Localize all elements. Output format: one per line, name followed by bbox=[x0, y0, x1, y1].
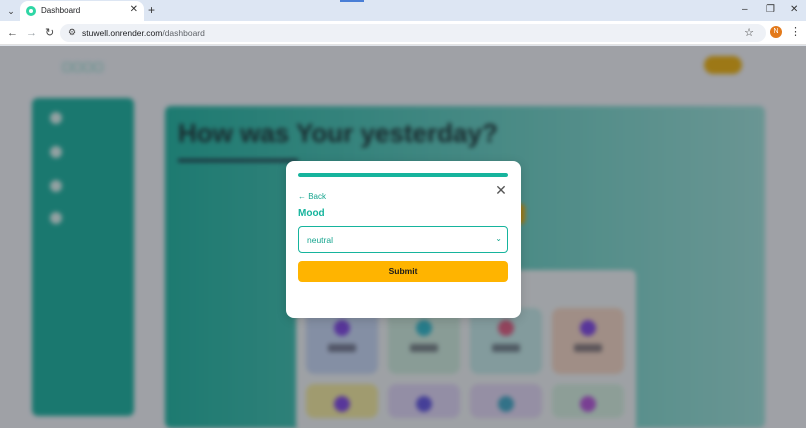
chevron-down-icon: ⌄ bbox=[495, 234, 502, 243]
reload-icon[interactable]: ↻ bbox=[45, 26, 54, 40]
mood-dialog: ✕ ← Back Mood neutral ⌄ Submit bbox=[286, 161, 521, 318]
restore-icon[interactable]: ❐ bbox=[766, 4, 775, 16]
browser-tab-dashboard[interactable]: Dashboard ✕ bbox=[20, 1, 144, 21]
drag-indicator bbox=[340, 0, 364, 2]
tab-list-icon[interactable]: ⌄ bbox=[4, 4, 18, 18]
star-icon[interactable]: ☆ bbox=[744, 26, 754, 39]
forward-icon[interactable]: → bbox=[26, 26, 37, 40]
profile-avatar[interactable]: N bbox=[770, 26, 782, 38]
site-favicon-icon bbox=[26, 6, 36, 16]
mood-select[interactable]: neutral ⌄ bbox=[298, 226, 508, 253]
submit-button[interactable]: Submit bbox=[298, 261, 508, 282]
progress-bar-fill bbox=[298, 173, 508, 177]
url-path: /dashboard bbox=[162, 28, 205, 38]
browser-toolbar: ← → ↻ ⚙ stuwell.onrender.com/dashboard ☆… bbox=[0, 21, 806, 45]
new-tab-icon[interactable]: + bbox=[148, 3, 155, 17]
menu-icon[interactable]: ⋮ bbox=[790, 25, 801, 39]
close-icon[interactable]: ✕ bbox=[494, 183, 508, 197]
mood-select-value: neutral bbox=[307, 235, 333, 245]
tab-close-icon[interactable]: ✕ bbox=[130, 4, 138, 16]
url-text: stuwell.onrender.com/dashboard bbox=[82, 28, 205, 38]
address-bar[interactable]: ⚙ stuwell.onrender.com/dashboard ☆ bbox=[60, 24, 766, 42]
tab-title: Dashboard bbox=[41, 6, 81, 15]
mood-field-label: Mood bbox=[298, 208, 325, 219]
back-icon[interactable]: ← bbox=[7, 26, 18, 40]
window-close-icon[interactable]: ✕ bbox=[790, 4, 798, 16]
site-info-icon[interactable]: ⚙ bbox=[68, 27, 76, 38]
back-link[interactable]: ← Back bbox=[298, 192, 326, 201]
browser-tab-strip: ⌄ Dashboard ✕ + – ❐ ✕ bbox=[0, 0, 806, 21]
minimize-icon[interactable]: – bbox=[742, 4, 748, 16]
progress-bar bbox=[298, 173, 508, 177]
url-host: stuwell.onrender.com bbox=[82, 28, 163, 38]
